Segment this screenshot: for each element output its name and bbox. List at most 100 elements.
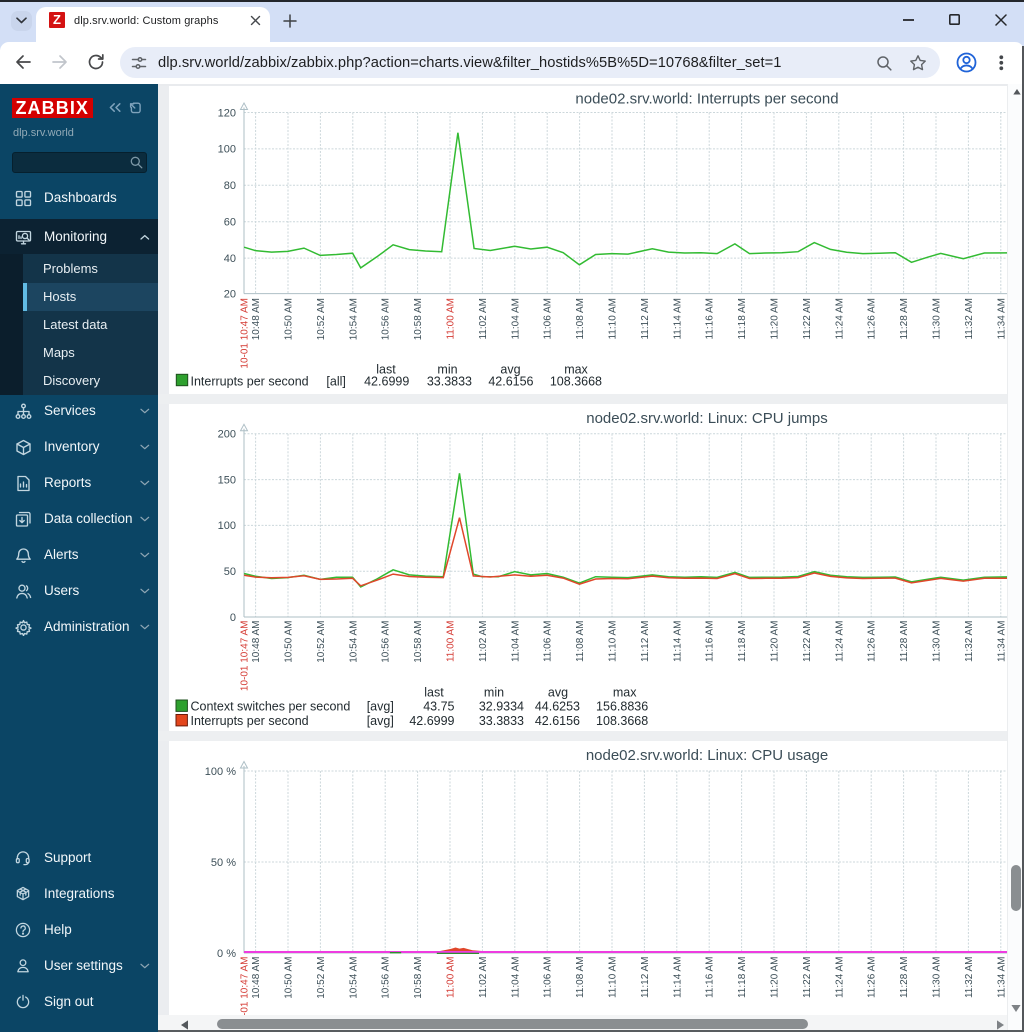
svg-text:11:08 AM: 11:08 AM xyxy=(575,957,586,999)
svg-text:node02.srv.world: Interrupts p: node02.srv.world: Interrupts per second xyxy=(575,91,838,108)
svg-text:100 %: 100 % xyxy=(205,766,236,778)
svg-text:11:28 AM: 11:28 AM xyxy=(899,298,910,340)
svg-text:10:52 AM: 10:52 AM xyxy=(316,621,327,663)
svg-text:11:34 AM: 11:34 AM xyxy=(996,957,1007,999)
svg-text:10:54 AM: 10:54 AM xyxy=(348,957,359,999)
svg-text:11:16 AM: 11:16 AM xyxy=(705,298,716,340)
svg-text:11:12 AM: 11:12 AM xyxy=(640,298,651,340)
svg-text:10:50 AM: 10:50 AM xyxy=(284,957,295,999)
svg-text:11:06 AM: 11:06 AM xyxy=(543,298,554,340)
svg-text:11:04 AM: 11:04 AM xyxy=(510,298,521,340)
svg-text:156.8836: 156.8836 xyxy=(596,700,648,714)
svg-text:11:12 AM: 11:12 AM xyxy=(640,957,651,999)
svg-text:11:26 AM: 11:26 AM xyxy=(867,957,878,999)
svg-text:node02.srv.world: Linux: CPU u: node02.srv.world: Linux: CPU usage xyxy=(586,747,828,764)
svg-text:11:02 AM: 11:02 AM xyxy=(478,621,489,663)
svg-text:11:18 AM: 11:18 AM xyxy=(737,621,748,663)
svg-text:10:58 AM: 10:58 AM xyxy=(413,957,424,999)
svg-text:11:24 AM: 11:24 AM xyxy=(834,957,845,999)
svg-text:42.6156: 42.6156 xyxy=(488,374,533,388)
svg-text:0: 0 xyxy=(230,612,236,624)
svg-text:11:26 AM: 11:26 AM xyxy=(867,298,878,340)
svg-text:11:16 AM: 11:16 AM xyxy=(705,621,716,663)
svg-text:108.3668: 108.3668 xyxy=(550,374,602,388)
svg-text:44.6253: 44.6253 xyxy=(535,700,580,714)
svg-text:100: 100 xyxy=(218,144,236,156)
svg-text:42.6156: 42.6156 xyxy=(535,714,580,728)
svg-text:11:06 AM: 11:06 AM xyxy=(543,957,554,999)
svg-text:[all]: [all] xyxy=(326,374,345,388)
svg-text:10:48 AM: 10:48 AM xyxy=(251,298,262,340)
svg-text:50: 50 xyxy=(224,566,236,578)
svg-text:11:04 AM: 11:04 AM xyxy=(510,957,521,999)
svg-text:108.3668: 108.3668 xyxy=(596,714,648,728)
svg-text:11:00 AM: 11:00 AM xyxy=(446,621,457,663)
svg-text:42.6999: 42.6999 xyxy=(409,714,454,728)
svg-text:11:32 AM: 11:32 AM xyxy=(964,957,975,999)
svg-text:150: 150 xyxy=(218,474,236,486)
svg-text:10:56 AM: 10:56 AM xyxy=(381,621,392,663)
svg-text:11:10 AM: 11:10 AM xyxy=(608,957,619,999)
svg-text:[avg]: [avg] xyxy=(367,714,394,728)
svg-text:11:20 AM: 11:20 AM xyxy=(770,621,781,663)
svg-text:20: 20 xyxy=(224,288,236,300)
svg-text:11:20 AM: 11:20 AM xyxy=(770,957,781,999)
svg-text:[avg]: [avg] xyxy=(367,700,394,714)
svg-text:11:04 AM: 11:04 AM xyxy=(510,621,521,663)
svg-text:11:22 AM: 11:22 AM xyxy=(802,298,813,340)
svg-text:32.9334: 32.9334 xyxy=(479,700,524,714)
svg-text:10:54 AM: 10:54 AM xyxy=(348,621,359,663)
svg-text:200: 200 xyxy=(218,429,236,441)
svg-text:11:28 AM: 11:28 AM xyxy=(899,621,910,663)
svg-text:100: 100 xyxy=(218,520,236,532)
svg-text:42.6999: 42.6999 xyxy=(364,374,409,388)
svg-text:Interrupts per second: Interrupts per second xyxy=(191,374,309,388)
svg-text:min: min xyxy=(484,686,504,700)
svg-text:43.75: 43.75 xyxy=(423,700,454,714)
svg-text:max: max xyxy=(613,686,637,700)
svg-text:10:56 AM: 10:56 AM xyxy=(381,298,392,340)
svg-text:11:10 AM: 11:10 AM xyxy=(608,621,619,663)
svg-text:11:08 AM: 11:08 AM xyxy=(575,298,586,340)
svg-text:11:14 AM: 11:14 AM xyxy=(672,298,683,340)
svg-text:last: last xyxy=(424,686,444,700)
svg-text:11:28 AM: 11:28 AM xyxy=(899,957,910,999)
svg-text:120: 120 xyxy=(218,107,236,119)
svg-text:60: 60 xyxy=(224,217,236,229)
svg-text:11:06 AM: 11:06 AM xyxy=(543,621,554,663)
svg-text:11:20 AM: 11:20 AM xyxy=(770,298,781,340)
svg-text:10:52 AM: 10:52 AM xyxy=(316,957,327,999)
svg-text:10:50 AM: 10:50 AM xyxy=(284,298,295,340)
svg-text:11:10 AM: 11:10 AM xyxy=(608,298,619,340)
svg-text:11:18 AM: 11:18 AM xyxy=(737,957,748,999)
svg-text:11:14 AM: 11:14 AM xyxy=(672,621,683,663)
svg-text:11:14 AM: 11:14 AM xyxy=(672,957,683,999)
svg-text:11:26 AM: 11:26 AM xyxy=(867,621,878,663)
svg-text:node02.srv.world: Linux: CPU j: node02.srv.world: Linux: CPU jumps xyxy=(586,410,828,427)
svg-text:11:00 AM: 11:00 AM xyxy=(446,957,457,999)
svg-text:11:32 AM: 11:32 AM xyxy=(964,621,975,663)
svg-text:80: 80 xyxy=(224,180,236,192)
svg-text:10:50 AM: 10:50 AM xyxy=(284,621,295,663)
svg-text:33.3833: 33.3833 xyxy=(479,714,524,728)
svg-text:11:30 AM: 11:30 AM xyxy=(932,957,943,999)
svg-text:10:52 AM: 10:52 AM xyxy=(316,298,327,340)
svg-text:10:58 AM: 10:58 AM xyxy=(413,298,424,340)
svg-text:11:02 AM: 11:02 AM xyxy=(478,957,489,999)
svg-text:11:16 AM: 11:16 AM xyxy=(705,957,716,999)
svg-text:10-01 10:47 AM: 10-01 10:47 AM xyxy=(240,621,251,692)
svg-text:11:02 AM: 11:02 AM xyxy=(478,298,489,340)
svg-text:avg: avg xyxy=(548,686,568,700)
svg-text:11:00 AM: 11:00 AM xyxy=(446,298,457,340)
svg-text:50 %: 50 % xyxy=(211,857,236,869)
svg-text:10-01 10:47 AM: 10-01 10:47 AM xyxy=(240,298,251,369)
svg-text:11:24 AM: 11:24 AM xyxy=(834,298,845,340)
svg-text:11:22 AM: 11:22 AM xyxy=(802,957,813,999)
svg-text:Context switches per second: Context switches per second xyxy=(191,700,351,714)
svg-text:11:30 AM: 11:30 AM xyxy=(932,298,943,340)
svg-text:11:22 AM: 11:22 AM xyxy=(802,621,813,663)
svg-text:0 %: 0 % xyxy=(217,948,236,960)
svg-text:10-01 10:47 AM: 10-01 10:47 AM xyxy=(240,957,251,1016)
svg-text:Interrupts per second: Interrupts per second xyxy=(191,714,309,728)
svg-text:11:34 AM: 11:34 AM xyxy=(996,621,1007,663)
